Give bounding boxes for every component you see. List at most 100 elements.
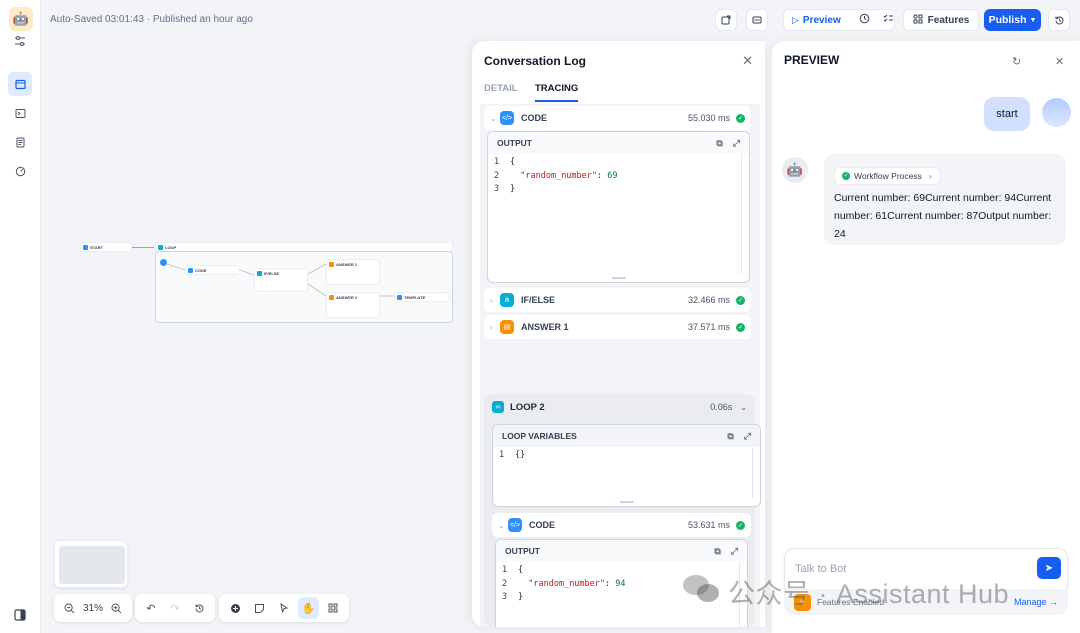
scrollbar[interactable]: [741, 154, 742, 274]
code-brace: {: [510, 157, 516, 167]
log-title: Conversation Log: [484, 54, 587, 68]
add-note-icon[interactable]: [249, 597, 269, 619]
output-card-header: OUTPUT ⧉ ⤢: [496, 540, 747, 562]
check-env-icon[interactable]: [715, 9, 737, 31]
minimap[interactable]: [54, 540, 128, 588]
output-value: 94: [615, 578, 626, 589]
loop-variables-code: 1{}: [499, 450, 526, 460]
expand-icon[interactable]: ⤢: [744, 431, 751, 442]
history-run-icon[interactable]: [859, 13, 870, 27]
tab-tracing[interactable]: TRACING: [535, 83, 578, 94]
manage-link[interactable]: Manage →: [1014, 597, 1058, 607]
resize-handle[interactable]: [619, 501, 634, 503]
redo-icon[interactable]: ↷: [165, 597, 185, 619]
code-icon: </>: [500, 111, 514, 125]
loop-iteration-header[interactable]: ∞ LOOP 2 0.06s ⌄: [484, 394, 755, 420]
success-check-icon: ✓: [736, 113, 745, 123]
trace-row-code[interactable]: ⌄ </> CODE 53.631 ms ✓: [492, 513, 751, 537]
zoom-out-icon[interactable]: [60, 597, 79, 619]
tab-detail[interactable]: DETAIL: [484, 83, 518, 94]
chevron-down-icon[interactable]: ⌄: [490, 114, 500, 123]
trace-row-answer1[interactable]: › ▤ ANSWER 1 37.571 ms ✓: [484, 315, 751, 339]
success-check-icon: ✓: [736, 322, 745, 332]
success-check-icon: ✓: [736, 295, 745, 305]
minimap-viewport: [59, 546, 125, 584]
monitor-gauge-icon[interactable]: [9, 160, 31, 182]
start-node-icon: [83, 245, 88, 250]
resize-handle[interactable]: [611, 277, 626, 279]
trace-row-time: 53.631 ms: [687, 520, 730, 530]
copy-icon[interactable]: ⧉: [727, 431, 733, 442]
undo-icon[interactable]: ↶: [141, 597, 161, 619]
hand-tool-icon[interactable]: ✋: [298, 597, 319, 619]
tracing-list: ⌄ </> CODE 55.030 ms ✓ OUTPUT ⧉ ⤢ 1{ 2 "…: [480, 104, 761, 627]
loop-variables-value: {}: [515, 450, 526, 460]
manage-label: Manage: [1013, 597, 1047, 607]
chevron-down-icon[interactable]: ⌄: [498, 521, 508, 530]
scrollbar[interactable]: [752, 447, 753, 498]
add-node-icon[interactable]: [225, 597, 245, 619]
loop-variables-card: LOOP VARIABLES ⧉ ⤢ 1{}: [492, 424, 761, 507]
features-icon: [913, 13, 923, 27]
success-check-icon: ✓: [736, 520, 745, 530]
output-key: "random_number": [528, 578, 606, 589]
trace-row-code[interactable]: ⌄ </> CODE 55.030 ms ✓: [484, 106, 751, 130]
preview-button[interactable]: Preview: [803, 15, 841, 26]
close-icon[interactable]: ✕: [1055, 55, 1064, 68]
sliders-icon[interactable]: [9, 30, 31, 52]
restart-icon[interactable]: ↻: [1012, 55, 1021, 68]
send-button[interactable]: ➤: [1037, 557, 1061, 579]
workflow-canvas-icon[interactable]: [8, 72, 32, 96]
chevron-right-icon[interactable]: ›: [490, 323, 500, 332]
expand-icon[interactable]: ⤢: [731, 546, 738, 557]
node-loop-label: LOOP: [165, 245, 177, 250]
version-history-icon[interactable]: [1048, 9, 1070, 31]
logs-icon[interactable]: [9, 131, 31, 153]
output-label: OUTPUT: [505, 546, 540, 556]
canvas-tools: ✋: [219, 594, 349, 622]
organize-blocks-icon[interactable]: [323, 597, 343, 619]
output-code: 1{ 2 "random_number": 69 3}: [494, 157, 618, 194]
app-logo-icon[interactable]: 🤖: [9, 7, 33, 31]
close-icon[interactable]: ✕: [742, 53, 753, 69]
loop-node-icon: [158, 245, 163, 250]
success-check-icon: ✓: [842, 171, 850, 180]
output-card: OUTPUT ⧉ ⤢ 1{ 2 "random_number": 69 3}: [487, 131, 750, 283]
workflow-process-toggle[interactable]: ✓ Workflow Process ›: [834, 166, 940, 185]
trace-row-time: 55.030 ms: [687, 113, 730, 123]
env-variables-icon[interactable]: [746, 9, 768, 31]
checklist-icon[interactable]: [883, 13, 894, 27]
trace-row-time: 37.571 ms: [687, 322, 730, 332]
trace-row-name: ANSWER 1: [521, 322, 569, 332]
node-start[interactable]: START: [80, 242, 132, 252]
trace-row-name: IF/ELSE: [521, 295, 556, 305]
pointer-icon[interactable]: [274, 597, 294, 619]
chevron-right-icon[interactable]: ›: [490, 296, 500, 305]
expand-icon[interactable]: ⤢: [733, 138, 740, 149]
canvas-edges: [166, 263, 394, 297]
toggle-sidebar-icon[interactable]: [9, 604, 31, 626]
zoom-in-icon[interactable]: [107, 597, 126, 619]
play-icon: ▷: [792, 14, 799, 25]
chevron-down-icon: ▼: [1029, 16, 1037, 24]
loop-variables-header: LOOP VARIABLES ⧉ ⤢: [493, 425, 760, 447]
node-template[interactable]: TEMPLATE: [394, 292, 449, 302]
publish-button[interactable]: Publish ▼: [984, 9, 1041, 31]
bot-avatar: 🤖: [782, 157, 808, 183]
copy-icon[interactable]: ⧉: [714, 546, 720, 557]
trace-row-ifelse[interactable]: › ⋔ IF/ELSE 32.466 ms ✓: [484, 288, 751, 312]
workflow-process-label: Workflow Process: [854, 170, 922, 181]
history-controls: ↶ ↷: [135, 594, 215, 622]
change-history-icon[interactable]: [189, 597, 209, 619]
zoom-level[interactable]: 31%: [83, 603, 103, 614]
bot-message-text: Current number: 69Current number: 94Curr…: [834, 191, 1052, 240]
chevron-down-icon[interactable]: ⌄: [740, 403, 747, 412]
preview-panel: PREVIEW ↻ ✕ start 🤖 ✓ Workflow Process ›…: [772, 41, 1080, 633]
copy-icon[interactable]: ⧉: [716, 138, 722, 149]
watermark-text: 公众号 · Assistant Hub: [728, 579, 1010, 609]
loop-variables-label: LOOP VARIABLES: [502, 431, 577, 441]
features-button[interactable]: Features: [903, 9, 979, 31]
terminal-icon[interactable]: [9, 102, 31, 124]
code-brace: }: [518, 592, 524, 602]
answer-icon: ▤: [500, 320, 514, 334]
